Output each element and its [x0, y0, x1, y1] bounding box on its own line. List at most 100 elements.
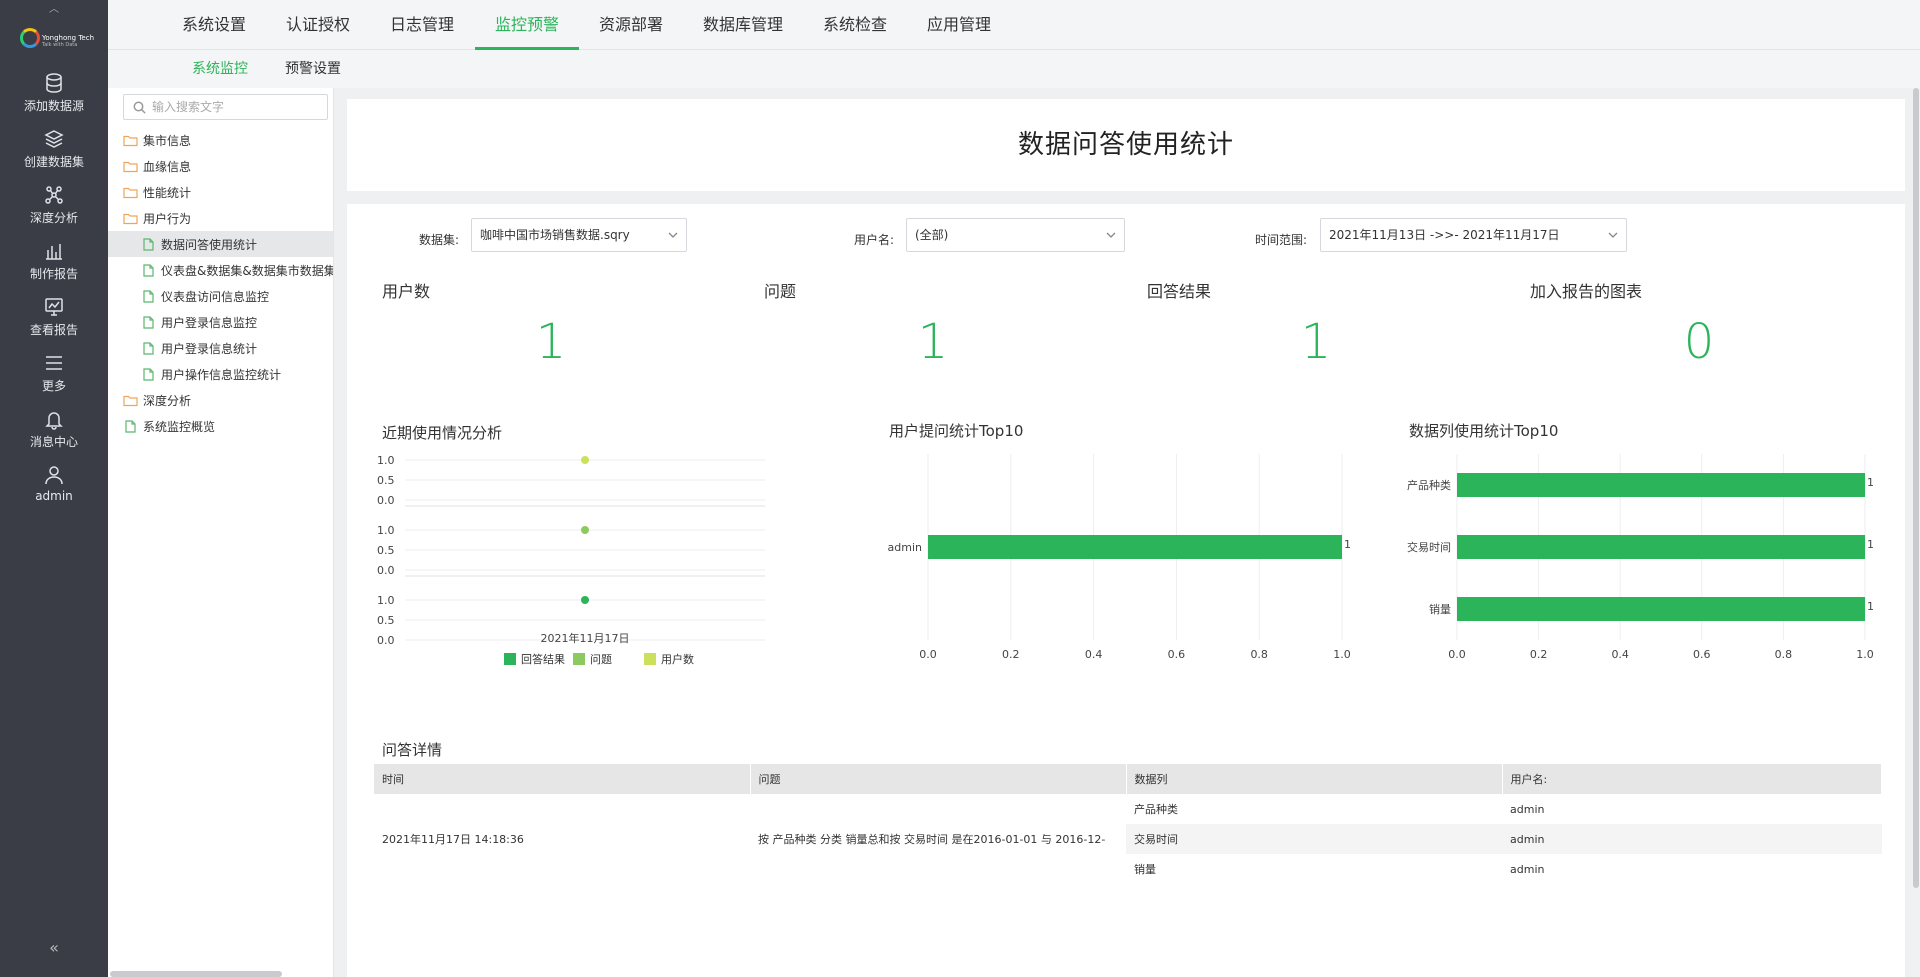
- bar-chart-icon: [46, 244, 62, 260]
- chevron-down-icon: [668, 232, 678, 238]
- data-point-1: [581, 526, 589, 534]
- rail-item-add-datasource[interactable]: 添加数据源: [0, 72, 108, 128]
- tab-system-check[interactable]: 系统检查: [803, 0, 907, 50]
- file-icon: [141, 315, 161, 329]
- tab-monitoring-alerts[interactable]: 监控预警: [475, 0, 580, 50]
- tree-item[interactable]: 用户行为: [108, 205, 333, 231]
- rail-item-label: 查看报告: [29, 323, 78, 337]
- legend-answer-swatch: [504, 653, 516, 665]
- x-tick-label: 0.8: [1775, 648, 1793, 661]
- dataset-value: 咖啡中国市场销售数据.sqry: [480, 228, 630, 242]
- rail-item-deep-analysis[interactable]: 深度分析: [0, 184, 108, 240]
- column-header-data-column[interactable]: 数据列: [1126, 764, 1503, 794]
- kpi-questions-label: 问题: [764, 282, 797, 301]
- tree-item[interactable]: 数据问答使用统计: [108, 231, 333, 257]
- tree-item-label: 用户登录信息监控: [161, 315, 258, 330]
- data-label: 1: [1867, 476, 1874, 489]
- qa-detail-table: 时间 问题 数据列 用户名: 2021年11月17日 14:18:36 按 产品…: [374, 764, 1882, 884]
- time-range-select[interactable]: 2021年11月13日 ->>- 2021年11月17日: [1320, 218, 1627, 252]
- kpi-answers-value: 1: [1300, 314, 1332, 370]
- user-value: (全部): [915, 228, 949, 242]
- rail-item-messages[interactable]: 消息中心: [0, 408, 108, 464]
- tree-item[interactable]: 血缘信息: [108, 153, 333, 179]
- rail-item-label: 消息中心: [29, 435, 78, 449]
- tab-system-settings[interactable]: 系统设置: [162, 0, 266, 50]
- monitor-chart-icon: [45, 298, 63, 316]
- main-vertical-scrollbar[interactable]: [1912, 88, 1920, 977]
- rail-item-make-report[interactable]: 制作报告: [0, 240, 108, 296]
- y-tick-label: 0.0: [377, 564, 395, 577]
- rail-item-label: 深度分析: [29, 211, 78, 225]
- tab-database-management[interactable]: 数据库管理: [683, 0, 803, 50]
- tab-app-management[interactable]: 应用管理: [907, 0, 1011, 50]
- rail-item-more[interactable]: 更多: [0, 352, 108, 408]
- logo-ring-icon: [20, 28, 40, 48]
- tab-auth[interactable]: 认证授权: [266, 0, 370, 50]
- sub-nav: 系统监控 预警设置: [108, 50, 1920, 88]
- tree-item-label: 深度分析: [143, 393, 192, 408]
- x-tick-label: 2021年11月17日: [541, 631, 630, 644]
- tab-resource-deploy[interactable]: 资源部署: [579, 0, 683, 50]
- rail-item-user[interactable]: admin: [0, 464, 108, 520]
- column-header-time[interactable]: 时间: [374, 764, 751, 794]
- collapse-left-icon[interactable]: «: [0, 938, 108, 957]
- usage-chart: 1.0 0.5 0.0 1.0 0.5 0.0 1.0 0.5 0.0 2021年11月17日: [377, 454, 765, 644]
- tree-item[interactable]: 仪表盘访问信息监控: [108, 283, 333, 309]
- x-tick-label: 0.8: [1250, 648, 1268, 661]
- bell-icon: [45, 412, 63, 430]
- tree-item-label: 用户行为: [143, 211, 192, 226]
- layers-icon: [44, 130, 64, 148]
- bar-0: [928, 535, 1342, 559]
- tree-item[interactable]: 系统监控概览: [108, 413, 333, 439]
- tree-item[interactable]: 集市信息: [108, 127, 333, 153]
- user-select[interactable]: (全部): [906, 218, 1125, 252]
- table-header-row: 时间 问题 数据列 用户名:: [374, 764, 1882, 794]
- rail-item-create-dataset[interactable]: 创建数据集: [0, 128, 108, 184]
- x-tick-label: 0.0: [1448, 648, 1466, 661]
- legend-answer-label: 回答结果: [521, 653, 565, 666]
- subtab-system-monitor[interactable]: 系统监控: [192, 50, 248, 88]
- legend-users-label: 用户数: [661, 653, 694, 666]
- column-header-username[interactable]: 用户名:: [1502, 764, 1882, 794]
- database-icon: [46, 73, 62, 93]
- file-icon: [123, 419, 143, 433]
- network-icon: [45, 186, 63, 204]
- tree-item[interactable]: 仪表盘&数据集&数据集市数据集: [108, 257, 333, 283]
- legend-question-label: 问题: [590, 653, 612, 666]
- user-label: 用户名:: [854, 233, 895, 247]
- rail-item-view-report[interactable]: 查看报告: [0, 296, 108, 352]
- subtab-alert-settings[interactable]: 预警设置: [285, 50, 341, 88]
- file-icon: [141, 237, 161, 251]
- user-questions-chart: 0.0 0.2 0.4 0.6 0.8 1.0 admin 1: [888, 454, 1351, 661]
- data-label: 1: [1344, 538, 1351, 551]
- y-tick-label: 1.0: [377, 594, 395, 607]
- table-row: 2021年11月17日 14:18:36 按 产品种类 分类 销量总和按 交易时…: [374, 794, 1882, 847]
- tree-item[interactable]: 性能统计: [108, 179, 333, 205]
- tree-item[interactable]: 深度分析: [108, 387, 333, 413]
- collapse-up-icon[interactable]: ︿: [0, 0, 108, 15]
- rail-item-label: 更多: [41, 379, 66, 393]
- tree-item-label: 仪表盘访问信息监控: [161, 289, 270, 304]
- logo-brand: Yonghong Tech: [42, 34, 95, 42]
- tree-horizontal-scrollbar[interactable]: [110, 971, 282, 977]
- dataset-select[interactable]: 咖啡中国市场销售数据.sqry: [471, 218, 687, 252]
- monitor-tree: 集市信息血缘信息性能统计用户行为数据问答使用统计仪表盘&数据集&数据集市数据集仪…: [108, 88, 334, 977]
- x-tick-label: 0.6: [1693, 648, 1711, 661]
- y-tick-label: 1.0: [377, 454, 395, 467]
- qa-user-cell: admin: [1502, 824, 1882, 854]
- column-header-question[interactable]: 问题: [750, 764, 1127, 794]
- y-tick-label: 1.0: [377, 524, 395, 537]
- kpi-answers-label: 回答结果: [1147, 282, 1212, 301]
- search-input[interactable]: [152, 98, 322, 116]
- folder-icon: [123, 134, 143, 147]
- scrollbar-thumb[interactable]: [1913, 88, 1919, 888]
- tree-item[interactable]: 用户操作信息监控统计: [108, 361, 333, 387]
- folder-icon: [123, 186, 143, 199]
- tree-search[interactable]: [123, 94, 328, 120]
- tab-log-management[interactable]: 日志管理: [370, 0, 474, 50]
- tree-item[interactable]: 用户登录信息监控: [108, 309, 333, 335]
- kpi-users-value: 1: [535, 314, 567, 370]
- tree-item[interactable]: 用户登录信息统计: [108, 335, 333, 361]
- dataset-label: 数据集:: [419, 233, 460, 247]
- tree-item-label: 血缘信息: [143, 159, 192, 174]
